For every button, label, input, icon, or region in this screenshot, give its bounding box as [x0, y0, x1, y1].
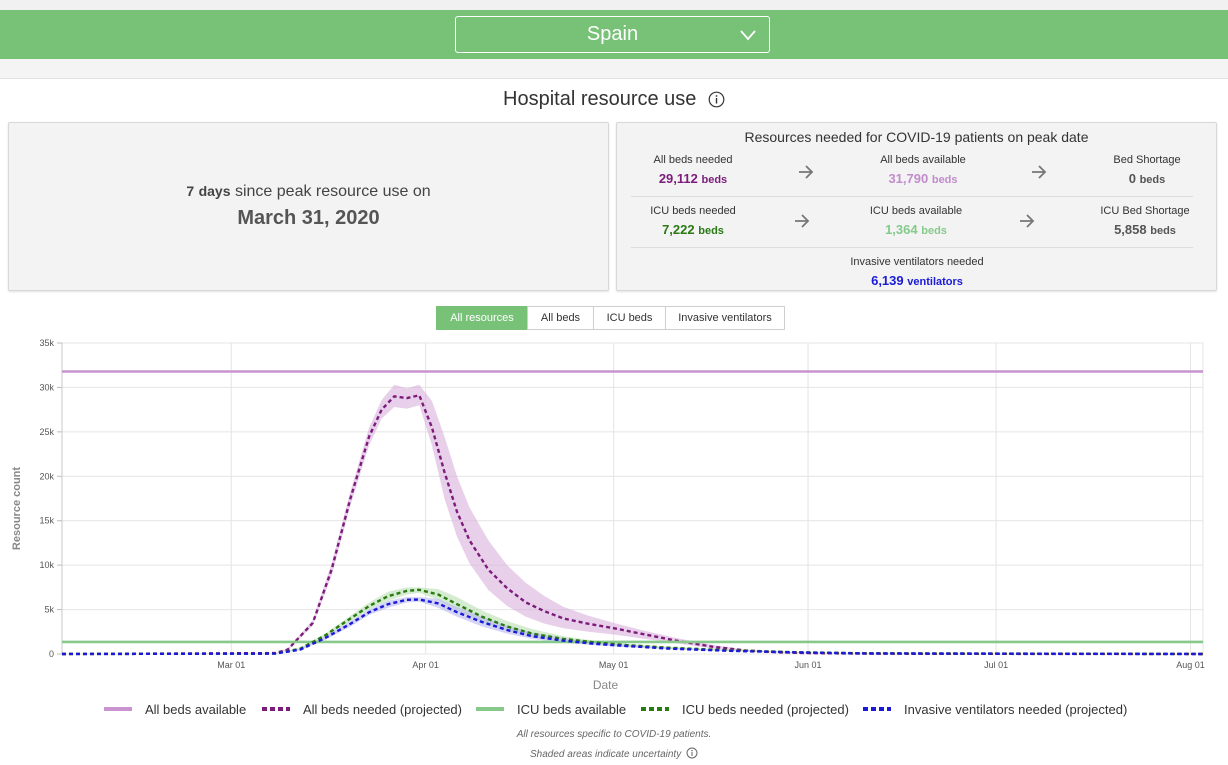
- info-icon[interactable]: [686, 747, 698, 759]
- y-tick-label: 5k: [44, 605, 54, 615]
- peak-summary-panel: 7 days since peak resource use on March …: [8, 122, 609, 291]
- y-tick-label: 0: [49, 649, 54, 659]
- all-beds-needed-projected-line: [61, 394, 1204, 656]
- legend-label: ICU beds available: [517, 701, 627, 717]
- all-beds-available-value: 31,790: [888, 171, 929, 186]
- ventilators-needed-cell: Invasive ventilators needed 6,139 ventil…: [817, 256, 1017, 288]
- legend-label: All beds needed (projected): [303, 701, 462, 717]
- y-tick-label: 25k: [39, 427, 54, 437]
- row-divider: [631, 247, 1193, 248]
- x-tick-label: Jul 01: [984, 660, 1008, 670]
- resource-use-chart: 0 5k 10k 15k 20k 25k 30k 35k Mar 01 Apr 01 May 01 J…: [11, 338, 1205, 692]
- ventilators-needed-unit: ventilators: [907, 276, 963, 288]
- row-divider: [631, 196, 1193, 197]
- tab-all-beds[interactable]: All beds: [527, 306, 594, 330]
- legend-label: All beds available: [145, 701, 247, 717]
- x-tick-label: May 01: [599, 660, 629, 670]
- legend-swatch: [262, 707, 290, 711]
- arrow-right-icon: [1020, 214, 1035, 228]
- header-divider: [0, 59, 1228, 79]
- y-tick-label: 10k: [39, 560, 54, 570]
- tab-invasive-ventilators[interactable]: Invasive ventilators: [665, 306, 785, 330]
- legend-swatch: [863, 707, 891, 711]
- page-title: Hospital resource use: [503, 88, 697, 110]
- all-beds-needed-value: 29,112: [658, 171, 698, 186]
- all-beds-needed-unit: beds: [701, 174, 728, 186]
- footnote-uncertainty: Shaded areas indicate uncertainty: [0, 747, 1228, 760]
- page-title-row: Hospital resource use: [0, 88, 1228, 111]
- icu-beds-available-cell: ICU beds available 1,364 beds: [841, 205, 991, 237]
- country-select[interactable]: Spain: [455, 16, 770, 53]
- y-tick-label: 35k: [39, 338, 54, 348]
- arrow-right-icon: [799, 165, 814, 179]
- peak-date: March 31, 2020: [237, 207, 380, 229]
- bed-shortage-unit: beds: [1139, 174, 1166, 186]
- x-tick-label: Apr 01: [412, 660, 439, 670]
- invasive-ventilators-needed-projected-line: [61, 598, 1204, 656]
- all-beds-available-label: All beds available: [880, 154, 966, 166]
- icu-beds-available-unit: beds: [921, 225, 947, 237]
- x-tick-label: Jun 01: [795, 660, 822, 670]
- bed-shortage-cell: Bed Shortage 0 beds: [1072, 154, 1222, 186]
- all-beds-available-cell: All beds available 31,790 beds: [848, 154, 998, 186]
- bed-shortage-label: Bed Shortage: [1113, 154, 1181, 166]
- peak-days-count: 7: [186, 183, 195, 199]
- y-axis-label: Resource count: [11, 467, 23, 550]
- resources-panel: Resources needed for COVID-19 patients o…: [616, 122, 1217, 291]
- legend-icu-beds-needed[interactable]: ICU beds needed (projected): [641, 698, 849, 720]
- peak-since-text: since peak resource use on: [234, 183, 431, 200]
- footnote-scope: All resources specific to COVID-19 patie…: [516, 729, 712, 740]
- ventilators-needed-label: Invasive ventilators needed: [850, 256, 984, 268]
- icu-beds-needed-projected-line: [61, 588, 1204, 656]
- all-beds-needed-projected-band: [62, 384, 1203, 654]
- tab-all-resources[interactable]: All resources: [436, 306, 528, 330]
- legend-label: ICU beds needed (projected): [682, 701, 849, 717]
- icu-beds-available-value: 1,364: [885, 222, 918, 237]
- tab-icu-beds[interactable]: ICU beds: [593, 306, 666, 330]
- icu-bed-shortage-value: 5,858: [1114, 222, 1147, 237]
- footnote-uncertainty-text: Shaded areas indicate uncertainty: [530, 749, 682, 760]
- all-beds-available-unit: beds: [931, 174, 958, 186]
- icu-beds-needed-unit: beds: [698, 225, 724, 237]
- chevron-down-icon: [740, 30, 756, 41]
- legend-swatch: [641, 707, 669, 711]
- peak-days-unit: days: [198, 183, 231, 199]
- resource-tabs: All resources All beds ICU beds Invasive…: [436, 306, 785, 330]
- legend-label: Invasive ventilators needed (projected): [904, 701, 1128, 717]
- legend-swatch: [104, 707, 132, 711]
- arrow-right-icon: [795, 214, 810, 228]
- arrow-right-icon: [1032, 165, 1047, 179]
- x-tick-label: Mar 01: [217, 660, 245, 670]
- x-tick-label: Aug 01: [1176, 660, 1205, 670]
- info-icon[interactable]: [708, 91, 725, 108]
- y-tick-label: 20k: [39, 471, 54, 481]
- legend-swatch: [476, 707, 504, 711]
- icu-beds-needed-cell: ICU beds needed 7,222 beds: [618, 205, 768, 237]
- chart-legend: All beds available All beds needed (proj…: [0, 698, 1228, 720]
- icu-beds-needed-value: 7,222: [662, 222, 695, 237]
- country-select-value: Spain: [586, 23, 639, 45]
- icu-beds-available-label: ICU beds available: [869, 205, 963, 217]
- top-strip: [0, 0, 1228, 10]
- x-axis-label: Date: [593, 678, 619, 692]
- ventilators-needed-value: 6,139: [871, 273, 904, 288]
- peak-days-text: 7 days since peak resource use on: [9, 183, 608, 201]
- icu-bed-shortage-label: ICU Bed Shortage: [1100, 205, 1190, 217]
- all-beds-needed-label: All beds needed: [653, 154, 733, 166]
- legend-all-beds-available[interactable]: All beds available: [104, 698, 246, 720]
- y-tick-label: 15k: [39, 516, 54, 526]
- legend-all-beds-needed[interactable]: All beds needed (projected): [262, 698, 462, 720]
- icu-beds-needed-projected-band: [62, 587, 1203, 654]
- icu-bed-shortage-unit: beds: [1150, 225, 1176, 237]
- legend-ventilators-needed[interactable]: Invasive ventilators needed (projected): [863, 698, 1127, 720]
- all-beds-needed-cell: All beds needed 29,112 beds: [618, 154, 768, 186]
- icu-beds-needed-label: ICU beds needed: [650, 205, 736, 217]
- icu-bed-shortage-cell: ICU Bed Shortage 5,858 beds: [1070, 205, 1220, 237]
- bed-shortage-value: 0: [1128, 171, 1136, 186]
- legend-icu-beds-available[interactable]: ICU beds available: [476, 698, 626, 720]
- resources-title: Resources needed for COVID-19 patients o…: [744, 129, 1089, 145]
- y-tick-label: 30k: [39, 382, 54, 392]
